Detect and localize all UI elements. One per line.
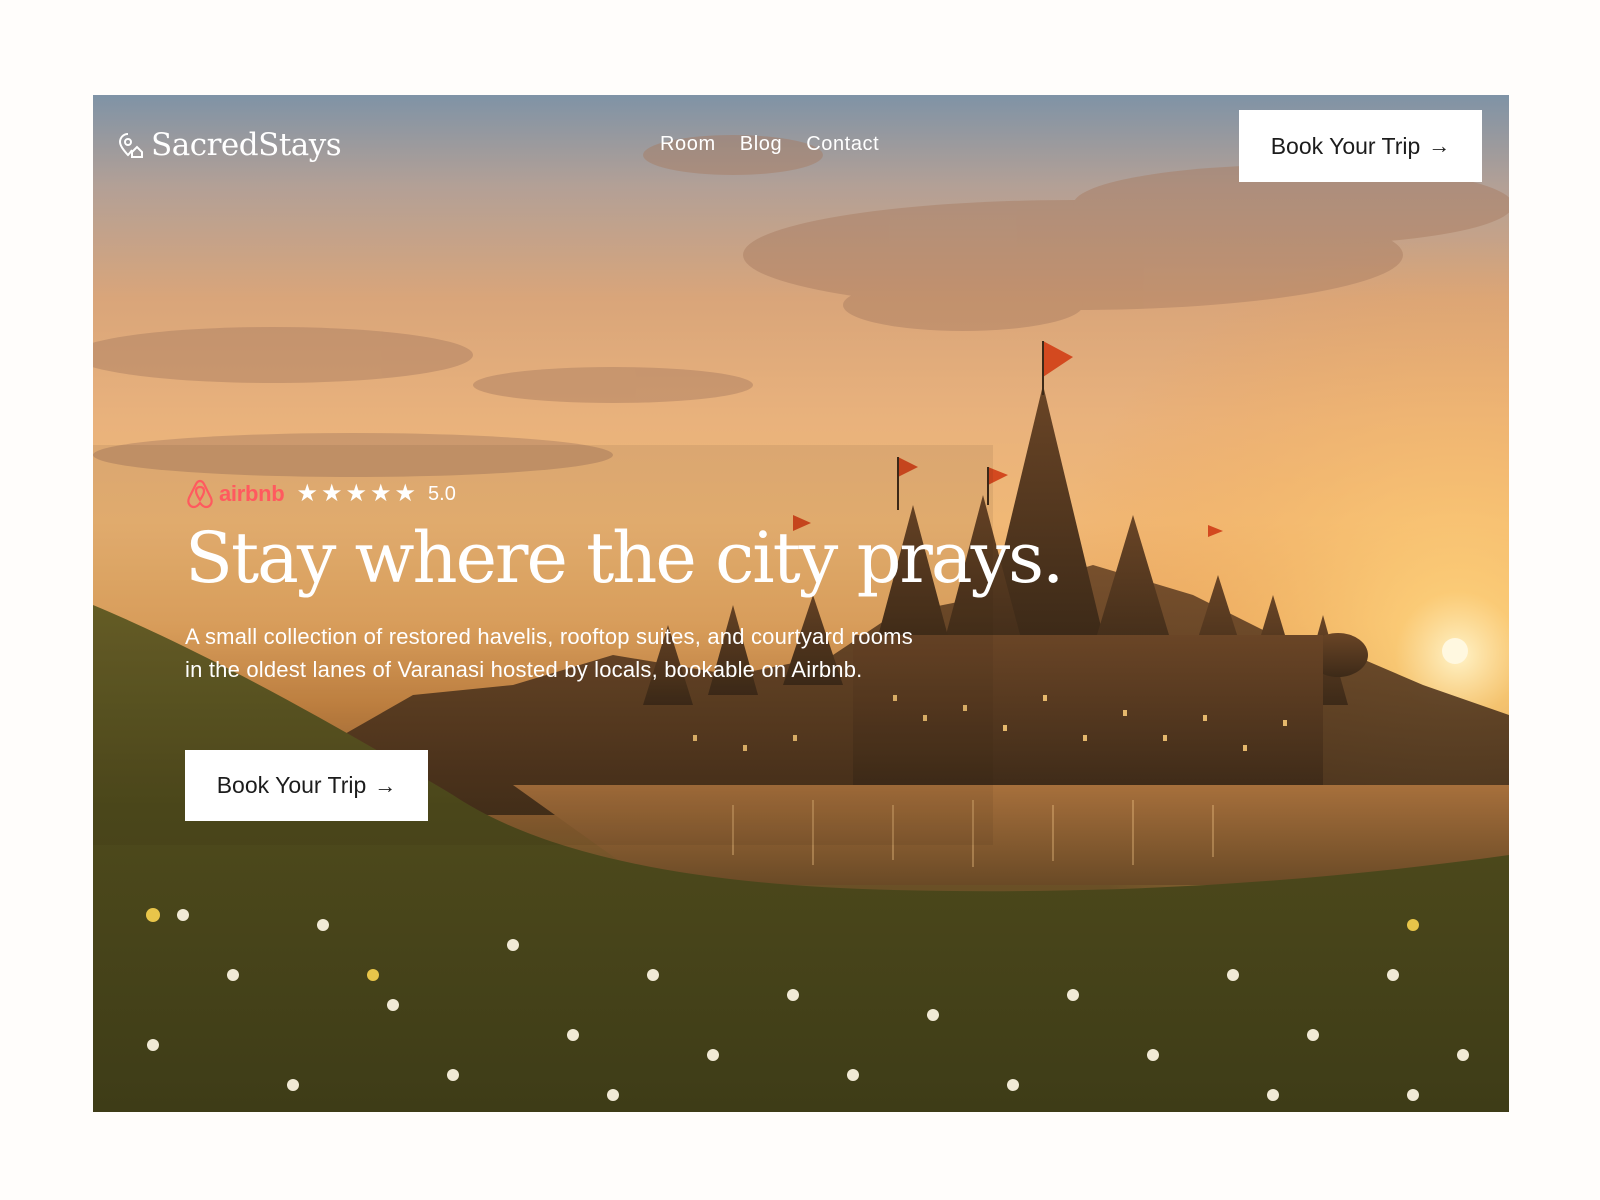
- hero-headline: Stay where the city prays.: [185, 517, 1064, 599]
- brand-logo[interactable]: SacredStays: [117, 127, 342, 163]
- page: SacredStays Room Blog Contact Book Your …: [0, 0, 1600, 1200]
- star-icon: ★: [369, 480, 392, 507]
- hero-section: SacredStays Room Blog Contact Book Your …: [93, 95, 1509, 1112]
- header-book-trip-label: Book Your Trip: [1270, 132, 1421, 159]
- arrow-right-icon: →: [374, 772, 397, 798]
- airbnb-logo: airbnb: [185, 478, 285, 510]
- nav-link-room[interactable]: Room: [660, 133, 716, 156]
- airbnb-wordmark: airbnb: [219, 481, 285, 506]
- airbnb-rating: airbnb ★ ★ ★ ★ ★ 5.0: [185, 478, 456, 510]
- airbnb-icon: [187, 479, 213, 509]
- hero-book-trip-label: Book Your Trip: [216, 772, 367, 798]
- header-book-trip-button[interactable]: Book Your Trip →: [1239, 110, 1482, 182]
- star-icon: ★: [320, 480, 343, 507]
- nav-link-blog[interactable]: Blog: [740, 133, 782, 156]
- rating-score: 5.0: [428, 482, 456, 505]
- hero-book-trip-button[interactable]: Book Your Trip →: [185, 750, 428, 821]
- star-rating: ★ ★ ★ ★ ★: [296, 482, 416, 506]
- hero-subtext: A small collection of restored havelis, …: [185, 624, 913, 682]
- main-nav: Room Blog Contact: [660, 133, 879, 156]
- star-icon: ★: [296, 480, 318, 507]
- nav-link-contact[interactable]: Contact: [806, 133, 879, 156]
- hero-background-image: [93, 95, 1509, 1112]
- star-icon: ★: [394, 480, 417, 507]
- arrow-right-icon: →: [1428, 133, 1451, 158]
- star-icon: ★: [345, 480, 367, 507]
- brand-name: SacredStays: [151, 127, 342, 163]
- map-pin-house-icon: [117, 132, 143, 158]
